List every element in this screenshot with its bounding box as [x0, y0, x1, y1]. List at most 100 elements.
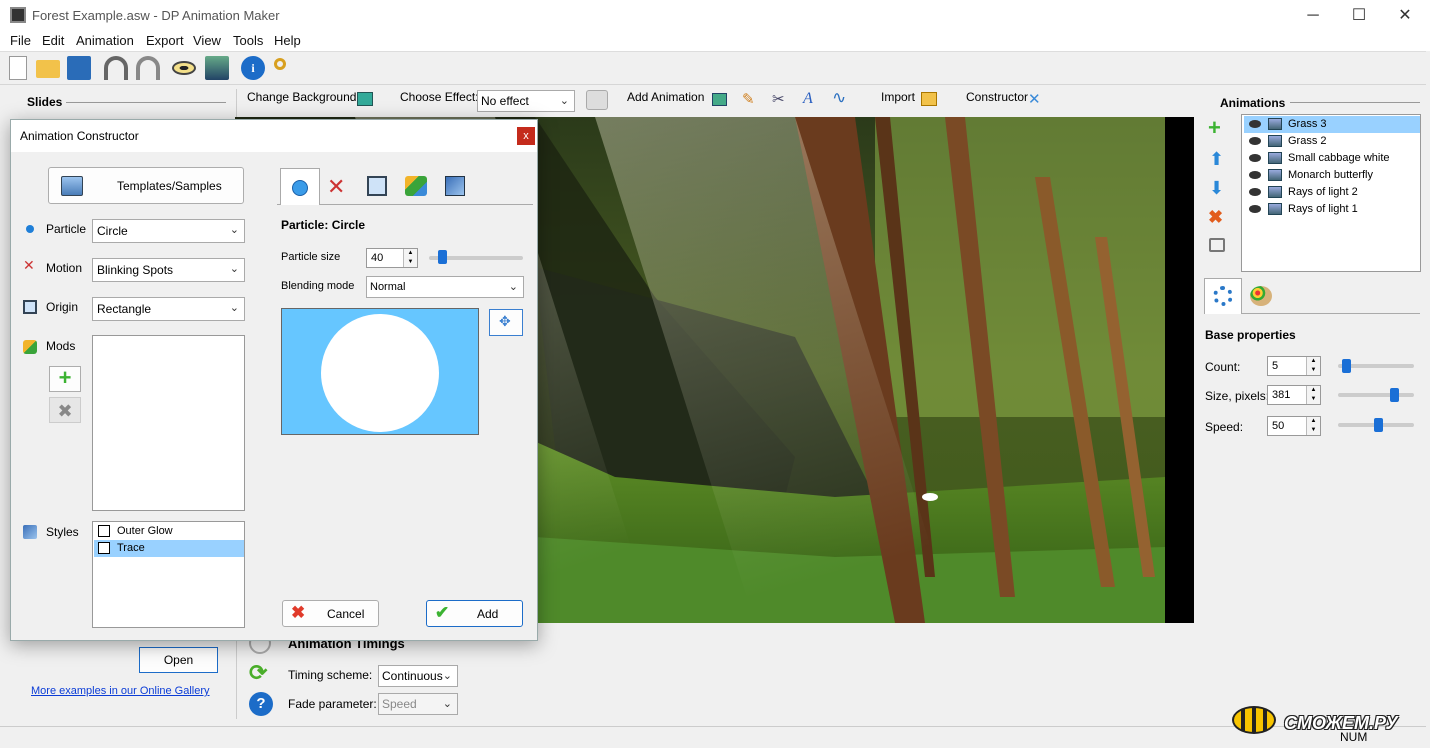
styles-list[interactable]: Outer Glow Trace: [92, 521, 245, 628]
menu-view[interactable]: View: [193, 33, 221, 48]
add-animation-icon[interactable]: +: [1208, 117, 1226, 139]
tab-origin[interactable]: [364, 173, 392, 201]
eye-icon[interactable]: [1249, 205, 1261, 213]
tab-styles-dialog[interactable]: [442, 173, 470, 201]
list-item[interactable]: Small cabbage white: [1244, 150, 1420, 167]
list-item[interactable]: Rays of light 2: [1244, 184, 1420, 201]
tab-properties[interactable]: [1204, 278, 1242, 314]
new-icon[interactable]: [9, 56, 27, 80]
animation-thumbnail-icon: [1268, 135, 1282, 147]
mods-list[interactable]: [92, 335, 245, 511]
particle-preview: [281, 308, 479, 435]
list-item[interactable]: Outer Glow: [94, 523, 244, 540]
redo-icon[interactable]: [136, 56, 160, 80]
fit-preview-button[interactable]: ✥: [489, 309, 523, 336]
add-mod-button[interactable]: +: [49, 366, 81, 392]
motion-label: Motion: [46, 261, 83, 275]
effect-settings-icon[interactable]: [586, 90, 608, 110]
cancel-button[interactable]: ✖ Cancel: [282, 600, 379, 627]
add-text-animation-icon[interactable]: A: [803, 90, 819, 108]
outer-glow-checkbox[interactable]: [98, 525, 110, 537]
help-icon[interactable]: ?: [249, 692, 273, 716]
speed-stepper[interactable]: 50 ▲ ▼: [1267, 416, 1321, 436]
list-item[interactable]: Grass 3: [1244, 116, 1420, 133]
move-down-icon[interactable]: ⬇: [1209, 178, 1225, 198]
animation-name: Grass 2: [1288, 135, 1327, 147]
import-label[interactable]: Import: [881, 90, 915, 104]
size-stepper[interactable]: 381 ▲ ▼: [1267, 385, 1321, 405]
animation-thumbnail-icon: [1268, 186, 1282, 198]
animations-title: Animations: [1220, 96, 1286, 110]
remove-mod-button[interactable]: ✖: [49, 397, 81, 423]
import-icon[interactable]: [921, 92, 937, 106]
tab-motion[interactable]: ✕: [325, 173, 353, 201]
motion-path-icon: ✕: [327, 174, 346, 199]
undo-icon[interactable]: [104, 56, 128, 80]
templates-button[interactable]: Templates/Samples: [48, 167, 244, 204]
menu-tools[interactable]: Tools: [233, 33, 263, 48]
size-slider-thumb[interactable]: [1389, 388, 1399, 402]
add-wave-animation-icon[interactable]: ∿: [832, 88, 850, 107]
list-item[interactable]: Grass 2: [1244, 133, 1420, 150]
add-button[interactable]: ✔ Add: [426, 600, 523, 627]
particle-size-slider-thumb[interactable]: [438, 250, 447, 264]
open-icon[interactable]: [36, 60, 60, 78]
delete-animation-icon[interactable]: ✖: [1208, 208, 1226, 226]
layers-icon[interactable]: [1209, 238, 1225, 252]
menu-help[interactable]: Help: [274, 33, 301, 48]
tab-mods[interactable]: [403, 173, 431, 201]
list-item[interactable]: Rays of light 1: [1244, 201, 1420, 218]
constructor-icon[interactable]: ✕: [1028, 91, 1045, 108]
eye-icon[interactable]: [1249, 154, 1261, 162]
menu-file[interactable]: File: [10, 33, 31, 48]
open-button[interactable]: Open: [139, 647, 218, 673]
change-background-icon[interactable]: [357, 92, 373, 106]
tab-styles[interactable]: [1246, 282, 1278, 312]
stepper-arrows-icon[interactable]: ▲ ▼: [403, 249, 417, 267]
speed-slider-thumb[interactable]: [1374, 418, 1383, 432]
stepper-arrows-icon[interactable]: ▲ ▼: [1306, 417, 1320, 435]
timing-scheme-select[interactable]: Continuous ⌄: [378, 665, 458, 687]
change-background-label[interactable]: Change Background: [247, 90, 356, 104]
eye-icon[interactable]: [1249, 137, 1261, 145]
move-up-icon[interactable]: ⬆: [1209, 149, 1225, 169]
menu-export[interactable]: Export: [146, 33, 184, 48]
motion-select[interactable]: Blinking Spots ⌄: [92, 258, 245, 282]
export-icon[interactable]: [205, 56, 229, 80]
minimize-button[interactable]: ─: [1290, 0, 1336, 31]
add-brush-animation-icon[interactable]: ✎: [742, 92, 758, 108]
preview-icon[interactable]: [172, 61, 196, 75]
key-icon[interactable]: [274, 58, 286, 70]
list-item[interactable]: Trace: [94, 540, 244, 557]
size-slider[interactable]: [1338, 393, 1414, 397]
stepper-arrows-icon[interactable]: ▲ ▼: [1306, 386, 1320, 404]
dialog-close-button[interactable]: x: [517, 127, 535, 145]
eye-icon[interactable]: [1249, 171, 1261, 179]
stepper-arrows-icon[interactable]: ▲ ▼: [1306, 357, 1320, 375]
eye-icon[interactable]: [1249, 188, 1261, 196]
fade-parameter-select[interactable]: Speed ⌄: [378, 693, 458, 715]
outer-glow-label: Outer Glow: [117, 525, 173, 537]
effect-select[interactable]: No effect ⌄: [477, 90, 575, 112]
gallery-link[interactable]: More examples in our Online Gallery: [31, 685, 210, 697]
list-item[interactable]: Monarch butterfly: [1244, 167, 1420, 184]
particle-size-stepper[interactable]: 40 ▲ ▼: [366, 248, 418, 268]
maximize-button[interactable]: ☐: [1336, 0, 1382, 31]
info-icon[interactable]: i: [241, 56, 265, 80]
save-icon[interactable]: [67, 56, 91, 80]
tab-particle[interactable]: [280, 168, 320, 205]
constructor-label[interactable]: Constructor: [966, 90, 1028, 104]
count-slider-thumb[interactable]: [1341, 359, 1351, 373]
menu-animation[interactable]: Animation: [76, 33, 134, 48]
trace-checkbox[interactable]: [98, 542, 110, 554]
origin-select[interactable]: Rectangle ⌄: [92, 297, 245, 321]
particle-select[interactable]: Circle ⌄: [92, 219, 245, 243]
animations-list[interactable]: Grass 3 Grass 2 Small cabbage white Mona…: [1241, 114, 1421, 272]
eye-icon[interactable]: [1249, 120, 1261, 128]
add-image-animation-icon[interactable]: [712, 93, 727, 106]
count-stepper[interactable]: 5 ▲ ▼: [1267, 356, 1321, 376]
add-particle-animation-icon[interactable]: ✂: [772, 92, 788, 108]
close-button[interactable]: ✕: [1382, 0, 1428, 31]
blending-mode-select[interactable]: Normal ⌄: [366, 276, 524, 298]
menu-edit[interactable]: Edit: [42, 33, 64, 48]
